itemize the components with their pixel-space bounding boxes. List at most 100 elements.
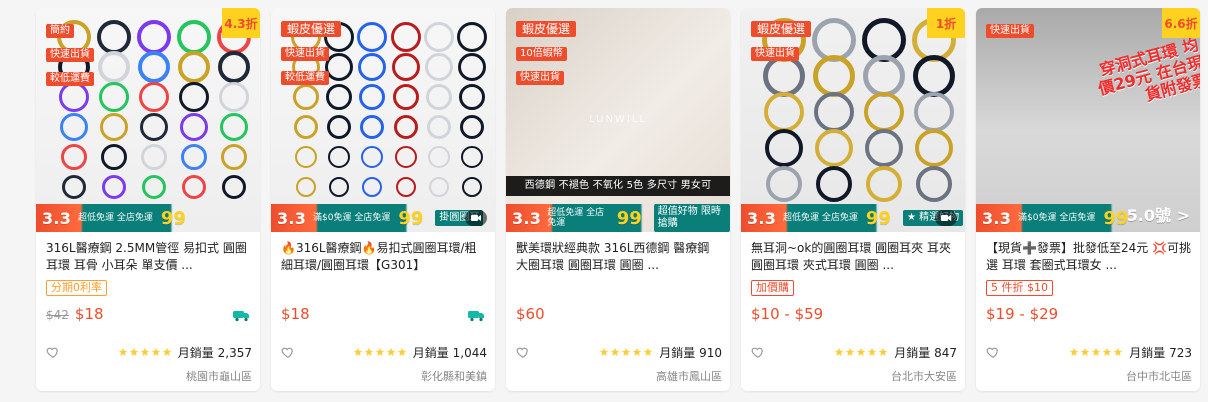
product-image[interactable]: 6.6折 快速出貨 穿洞式耳環 均價29元 在台現貨附發票 3.3 滿$0免運 … xyxy=(976,8,1200,232)
ring-graphic xyxy=(60,113,88,141)
ring-graphic xyxy=(392,84,419,110)
promo-strip: 3.3 超低免運 全店免運 99 超值好物 限時搶購 xyxy=(506,204,730,232)
price: $60 xyxy=(516,305,545,323)
star-icon xyxy=(1081,347,1090,356)
ring-graphic xyxy=(429,177,449,197)
ring-graphic xyxy=(390,22,421,52)
ring-graphic xyxy=(99,82,129,112)
star-icon xyxy=(118,347,127,356)
product-name[interactable]: 🔥316L醫療鋼🔥易扣式圓圈耳環/粗細耳環/圓圈耳環【G301】 xyxy=(281,240,487,274)
rating-stars xyxy=(1069,347,1123,357)
star-icon xyxy=(857,347,866,356)
monthly-sales: 月銷量 723 xyxy=(1129,345,1192,360)
ring-graphic xyxy=(425,53,453,81)
product-name[interactable]: 【現貨➕發票】批發低至24元 💢可挑選 耳環 套圈式耳環女 ... xyxy=(986,240,1192,274)
heart-icon[interactable] xyxy=(516,345,530,359)
discount-badge: 1折 xyxy=(927,8,965,38)
star-icon xyxy=(1070,347,1079,356)
promo-free-shipping: 超低免運 全店免運 xyxy=(783,213,858,223)
ring-graphic xyxy=(457,22,488,52)
product-card[interactable]: 1折 蝦皮優選 快速出貨 3.3 超低免運 全店免運 99 ★ 精選好物 無耳洞… xyxy=(741,8,965,391)
ring-graphic xyxy=(915,129,953,167)
ring-graphic xyxy=(815,129,853,167)
ring-graphic xyxy=(179,82,209,112)
star-icon xyxy=(1103,347,1112,356)
ring-graphic xyxy=(218,51,250,83)
ring-graphic xyxy=(394,146,417,168)
star-icon xyxy=(386,347,395,356)
promo-strip: 3.3 超低免運 全店免運 99 xyxy=(36,204,260,232)
ring-graphic xyxy=(427,115,451,139)
ring-graphic xyxy=(357,22,388,52)
promo-99: 99 xyxy=(398,207,424,229)
ring-graphic xyxy=(62,175,86,199)
star-icon xyxy=(397,347,406,356)
product-name[interactable]: 316L醫療鋼 2.5MM管徑 易扣式 圓圈耳環 耳骨 小耳朵 單支價 ... xyxy=(46,240,252,274)
video-icon[interactable] xyxy=(465,210,487,226)
product-card[interactable]: LUNWILL 西德鋼 不褪色 不氧化 5色 多尺寸 男女可 蝦皮優選 10倍蝦… xyxy=(506,8,730,391)
camera-icon xyxy=(941,215,951,221)
price: $10 - $59 xyxy=(751,305,824,323)
price-row: $60 xyxy=(516,305,545,325)
product-card[interactable]: 6.6折 快速出貨 穿洞式耳環 均價29元 在台現貨附發票 3.3 滿$0免運 … xyxy=(976,8,1200,391)
product-image[interactable]: 1折 蝦皮優選 快速出貨 3.3 超低免運 全店免運 99 ★ 精選好物 xyxy=(741,8,965,232)
ring-graphic xyxy=(182,175,206,199)
ring-graphic xyxy=(864,92,904,132)
meta-row: 月銷量 910 xyxy=(516,343,722,361)
ring-graphic xyxy=(98,51,130,83)
star-icon xyxy=(162,347,171,356)
heart-icon[interactable] xyxy=(751,345,765,359)
tag-fast-shipping: 快速出貨 xyxy=(281,47,329,61)
video-icon[interactable] xyxy=(935,210,957,226)
installment-badge: 分期0利率 xyxy=(46,280,107,296)
ring-graphic xyxy=(137,20,171,54)
heart-icon[interactable] xyxy=(986,345,1000,359)
discount-badge: 6.6折 xyxy=(1162,8,1200,38)
ring-graphic xyxy=(328,146,350,168)
ring-graphic xyxy=(294,146,317,168)
promo-99: 99 xyxy=(865,207,891,229)
star-icon xyxy=(151,347,160,356)
discount-badge: 4.3折 xyxy=(222,8,260,38)
ring-graphic xyxy=(428,146,450,168)
ring-graphic xyxy=(295,177,316,197)
promo-day: 3.3 xyxy=(42,208,72,228)
ring-graphic xyxy=(813,55,855,97)
ring-graphic xyxy=(462,177,483,197)
ring-graphic xyxy=(458,53,487,81)
ring-graphic xyxy=(180,113,208,141)
product-name[interactable]: 無耳洞~ok的圓圈耳環 圓圈耳夾 耳夾 圓圈耳環 夾式耳環 圓圈 ... xyxy=(751,240,957,274)
seller-location: 高雄市鳳山區 xyxy=(656,370,722,383)
ring-graphic xyxy=(424,22,454,52)
product-image[interactable]: LUNWILL 西德鋼 不褪色 不氧化 5色 多尺寸 男女可 蝦皮優選 10倍蝦… xyxy=(506,8,730,232)
ring-graphic xyxy=(393,115,418,139)
tag-lower-shipping: 較低運費 xyxy=(281,71,329,85)
product-card[interactable]: 4.3折 簡約 快速出貨 較低運費 3.3 超低免運 全店免運 99 316L醫… xyxy=(36,8,260,391)
product-image[interactable]: 蝦皮優選 快速出貨 較低運費 3.3 滿$0免運 全店免運 99 掛圓圈耳 xyxy=(271,8,495,232)
promo-day: 3.3 xyxy=(277,208,307,228)
promo-free-shipping: 滿$0免運 全店免運 xyxy=(313,213,391,223)
star-icon xyxy=(868,347,877,356)
monthly-sales: 月銷量 847 xyxy=(894,345,957,360)
promo-free-shipping: 超低免運 全店免運 xyxy=(78,213,153,223)
heart-icon[interactable] xyxy=(281,345,295,359)
product-name[interactable]: 獸美環狀經典款 316L西德鋼 醫療鋼 大圈耳環 圓圈耳環 圓圈 ... xyxy=(516,240,722,274)
heart-icon[interactable] xyxy=(46,345,60,359)
ring-graphic xyxy=(863,55,905,97)
ring-graphic xyxy=(329,177,349,197)
price: $18 xyxy=(281,305,310,323)
product-tags: 快速出貨 xyxy=(986,18,1034,42)
product-image[interactable]: 4.3折 簡約 快速出貨 較低運費 3.3 超低免運 全店免運 99 xyxy=(36,8,260,232)
ring-graphic xyxy=(221,144,247,170)
product-card[interactable]: 蝦皮優選 快速出貨 較低運費 3.3 滿$0免運 全店免運 99 掛圓圈耳 🔥3… xyxy=(271,8,495,391)
rating-stars xyxy=(599,347,653,357)
ring-graphic xyxy=(426,84,452,110)
ring-graphic xyxy=(177,20,211,54)
ring-graphic xyxy=(139,82,169,112)
product-tags: 蝦皮優選 快速出貨 較低運費 xyxy=(281,18,342,89)
price-row: $18 xyxy=(281,305,310,325)
ring-graphic xyxy=(764,92,804,132)
star-icon xyxy=(600,347,609,356)
camera-icon xyxy=(471,215,481,221)
ring-graphic xyxy=(138,51,170,83)
